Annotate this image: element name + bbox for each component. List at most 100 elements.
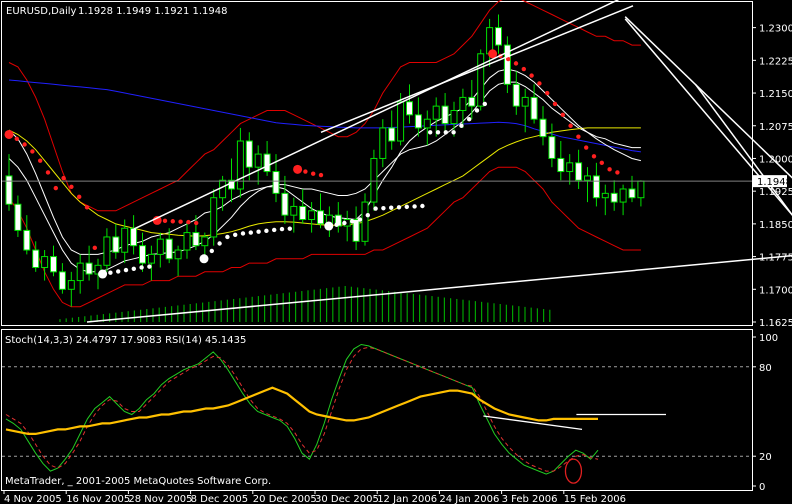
candle-bear: [317, 210, 324, 225]
candle-bull: [601, 192, 609, 199]
candle-bear: [32, 249, 40, 268]
candle-bear: [592, 175, 600, 199]
psar-dot: [92, 245, 98, 251]
psar-dot: [443, 130, 448, 135]
copyright-footer: MetaTrader, _ 2001-2005 MetaQuotes Softw…: [5, 476, 271, 487]
psar-dot: [225, 234, 230, 240]
psar-dot: [420, 203, 425, 209]
psar-dot: [568, 123, 573, 128]
candle-bear: [165, 238, 173, 260]
candle-bear: [530, 96, 538, 120]
psar-dot: [233, 232, 238, 237]
candle-bull: [201, 236, 209, 247]
psar-dot: [248, 230, 253, 235]
candle-bull: [397, 101, 405, 142]
psar-dot: [404, 204, 409, 210]
candle-bull: [103, 236, 111, 266]
time-tick-label: 12 Jan 2006: [377, 494, 437, 504]
psar-dot: [108, 270, 113, 275]
candle-bear: [557, 157, 565, 173]
psar-dot: [584, 145, 589, 150]
psar-dot: [53, 185, 58, 191]
candle-bull: [423, 118, 431, 129]
price-tick-label: 1.2225: [759, 56, 792, 67]
candle-bear: [23, 229, 31, 251]
candle-bear: [272, 171, 280, 194]
candle-bear: [112, 236, 120, 253]
psar-dot: [599, 160, 604, 166]
psar-dot: [537, 81, 542, 86]
psar-dot: [209, 248, 214, 254]
time-tick-label: 16 Nov 2005: [66, 494, 130, 504]
psar-dot: [147, 264, 152, 269]
psar-dot: [560, 112, 565, 118]
candle-bear: [575, 162, 583, 181]
candle-bull: [183, 232, 191, 251]
time-tick-label: 15 Feb 2006: [564, 494, 626, 504]
candle-bear: [352, 219, 360, 242]
candle-bear: [512, 83, 520, 107]
psar-dot: [365, 212, 370, 218]
candle-bull: [210, 197, 218, 238]
candle-bear: [5, 175, 13, 205]
psar-dot: [264, 228, 269, 234]
time-tick-label: 24 Jan 2006: [439, 494, 499, 504]
candle-bear: [139, 245, 146, 264]
psar-dot: [14, 136, 19, 142]
psar-dot: [381, 205, 386, 211]
time-tick-label: 20 Dec 2005: [253, 494, 317, 504]
candle-bull: [236, 140, 244, 190]
psar-dot: [318, 172, 324, 178]
psar-dot: [373, 206, 378, 211]
psar-dot: [279, 226, 285, 232]
psar-dot: [199, 254, 209, 264]
psar-dot: [178, 219, 183, 224]
candle-bear: [58, 271, 66, 290]
candle-bull: [637, 180, 645, 199]
price-tick-label: 1.2150: [759, 89, 792, 100]
psar-dot: [116, 269, 121, 274]
psar-dot: [412, 204, 417, 209]
psar-dot: [451, 130, 456, 135]
candle-bull: [174, 249, 182, 260]
indicator-tick-label: 100: [759, 333, 778, 344]
psar-dot: [311, 171, 316, 176]
psar-dot: [170, 219, 175, 224]
price-tick-label: 1.1625: [759, 318, 792, 329]
candle-bull: [254, 153, 262, 168]
candle-bull: [361, 201, 369, 242]
candle-bull: [432, 105, 440, 120]
psar-dot: [30, 149, 35, 154]
candle-bear: [245, 140, 253, 168]
price-tick-label: 1.1850: [759, 220, 792, 231]
psar-dot: [576, 134, 581, 139]
candle-bull: [521, 96, 529, 107]
candle-bull: [370, 157, 378, 203]
candle-bear: [85, 262, 93, 275]
psar-dot: [272, 227, 277, 233]
price-tick-label: 1.2300: [759, 24, 792, 35]
time-tick-label: 3 Feb 2006: [502, 494, 558, 504]
psar-dot: [217, 241, 222, 246]
psar-dot: [615, 170, 620, 175]
psar-dot: [45, 170, 51, 175]
candle-bear: [610, 192, 618, 203]
price-tick-label: 1.1700: [759, 285, 792, 296]
indicator-tick-label: 20: [759, 452, 772, 463]
candle-bear: [299, 205, 307, 221]
psar-dot: [194, 220, 199, 226]
candle-bull: [67, 280, 75, 290]
psar-dot: [77, 194, 82, 200]
candle-bear: [406, 101, 413, 116]
psar-dot: [396, 205, 402, 210]
candle-bull: [450, 109, 458, 125]
candle-bull: [156, 238, 164, 255]
psar-dot: [287, 226, 292, 231]
psar-dot: [389, 205, 394, 210]
price-tick-label: 1.2075: [759, 122, 792, 133]
candle-bear: [50, 256, 57, 273]
psar-dot: [474, 108, 480, 113]
psar-dot: [357, 217, 363, 222]
psar-dot: [139, 265, 144, 270]
candle-bull: [76, 262, 84, 282]
